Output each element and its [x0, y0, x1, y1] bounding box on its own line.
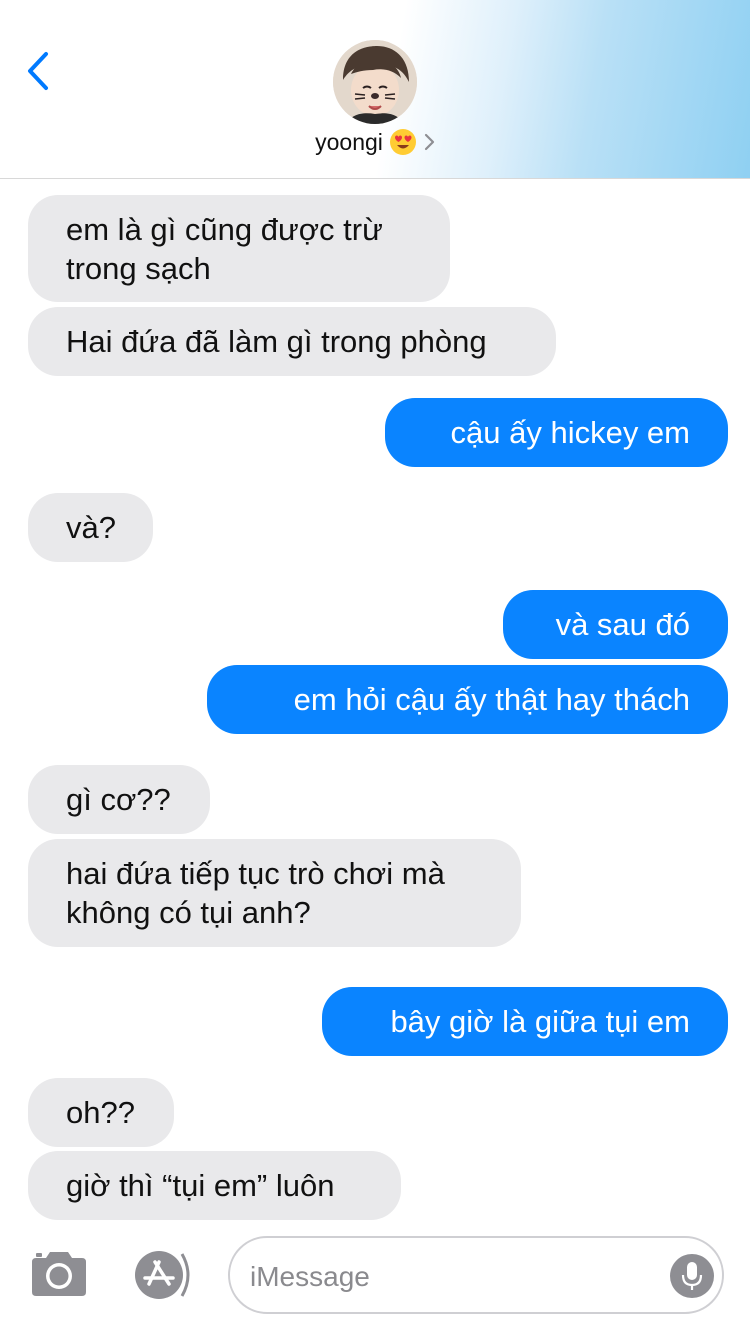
message-line: em là gì cũng được trừ — [66, 212, 383, 247]
app-store-button[interactable] — [132, 1248, 196, 1302]
message-input[interactable] — [248, 1254, 652, 1300]
message-line: oh?? — [66, 1095, 135, 1130]
contact-details-link[interactable]: yoongi — [0, 128, 750, 164]
microphone-icon — [681, 1262, 703, 1290]
camera-button[interactable] — [28, 1248, 90, 1300]
app-store-icon — [135, 1251, 190, 1299]
message-line: giờ thì “tụi em” luôn — [66, 1168, 335, 1203]
chevron-left-icon — [28, 52, 48, 90]
message-line: và sau đó — [555, 607, 690, 642]
heart-eyes-emoji-icon — [389, 129, 416, 155]
message-bubble-received[interactable]: Hai đứa đã làm gì trong phòng — [28, 307, 556, 376]
message-bubble-sent[interactable]: và sau đó — [503, 590, 728, 659]
message-line: em hỏi cậu ấy thật hay thách — [293, 682, 690, 717]
message-line: và? — [66, 510, 116, 545]
message-bubble-received[interactable]: giờ thì “tụi em” luôn — [28, 1151, 401, 1220]
message-line: không có tụi anh? — [66, 895, 311, 930]
message-bubble-sent[interactable]: bây giờ là giữa tụi em — [322, 987, 728, 1056]
avatar-photo — [333, 40, 417, 124]
message-bubble-sent[interactable]: em hỏi cậu ấy thật hay thách — [207, 665, 728, 734]
chevron-right-icon — [424, 133, 434, 151]
microphone-button[interactable] — [670, 1254, 714, 1298]
message-bubble-received[interactable]: gì cơ?? — [28, 765, 210, 834]
message-line: hai đứa tiếp tục trò chơi mà — [66, 856, 445, 891]
message-line: gì cơ?? — [66, 782, 171, 817]
message-bubble-received[interactable]: em là gì cũng được trừ trong sạch — [28, 195, 450, 302]
camera-icon — [32, 1252, 86, 1296]
message-bubble-received[interactable]: và? — [28, 493, 153, 562]
message-bubble-received[interactable]: oh?? — [28, 1078, 174, 1147]
message-line: trong sạch — [66, 251, 211, 286]
contact-name: yoongi — [315, 128, 383, 155]
message-bubble-received[interactable]: hai đứa tiếp tục trò chơi mà không có tụ… — [28, 839, 521, 947]
message-input-container — [228, 1236, 724, 1314]
conversation-header: yoongi — [0, 0, 750, 179]
back-button[interactable] — [18, 46, 58, 96]
message-bubble-sent[interactable]: cậu ấy hickey em — [385, 398, 728, 467]
message-line: Hai đứa đã làm gì trong phòng — [66, 324, 487, 359]
message-line: bây giờ là giữa tụi em — [390, 1004, 690, 1039]
contact-avatar[interactable] — [333, 40, 417, 124]
message-line: cậu ấy hickey em — [450, 415, 691, 450]
